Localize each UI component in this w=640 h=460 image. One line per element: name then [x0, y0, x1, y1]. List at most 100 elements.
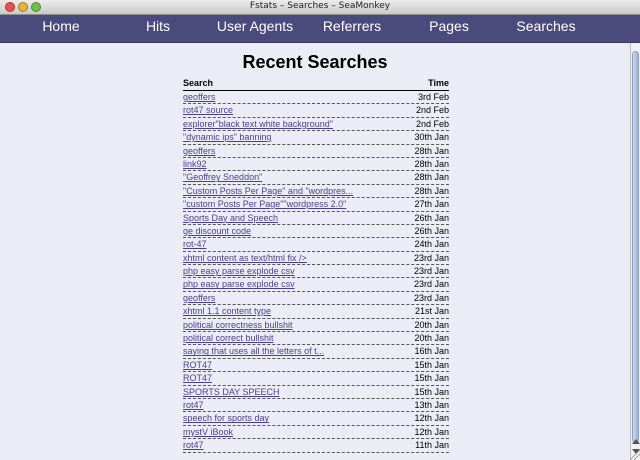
scrollbar-thumb[interactable] [632, 51, 639, 443]
table-row: speech for sports day 12th Jan [183, 412, 449, 426]
search-query-link[interactable]: explorer"black text white background" [183, 119, 333, 129]
search-query-link[interactable]: "Custom Posts Per Page" and "wordpres... [183, 186, 353, 196]
window-titlebar: Fstats – Searches – SeaMonkey [0, 0, 640, 15]
scroll-up-arrow-icon[interactable] [632, 439, 640, 444]
table-row: geoffers 3rd Feb [183, 91, 449, 105]
main-nav: Home Hits User Agents Referrers Pages Se… [0, 15, 640, 43]
table-row: ge discount code 26th Jan [183, 225, 449, 239]
search-date: 30th Jan [414, 132, 449, 143]
table-row: xhtml content as text/html fix /> 23rd Ja… [183, 252, 449, 266]
vertical-scrollbar[interactable] [630, 43, 640, 460]
search-query-link[interactable]: ROT47 [183, 360, 212, 370]
search-query-link[interactable]: rot47 [183, 440, 204, 450]
search-query-link[interactable]: "dynamic ips" banning [183, 132, 271, 142]
search-query-link[interactable]: geoffers [183, 146, 215, 156]
table-row: xhtml 1.1 content type 21st Jan [183, 305, 449, 319]
search-date: 23rd Jan [413, 266, 449, 277]
search-date: 20th Jan [414, 333, 449, 344]
table-row: political correct bullshit 20th Jan [183, 332, 449, 346]
search-date: 16th Jan [414, 346, 449, 357]
table-row: political correctness bullshit 20th Jan [183, 319, 449, 333]
search-query-link[interactable]: geoffers [183, 293, 215, 303]
nav-hits[interactable]: Hits [146, 18, 170, 34]
search-query-link[interactable]: link92 [183, 159, 207, 169]
search-query-link[interactable]: xhtml content as text/html fix /> [183, 253, 307, 263]
search-date: 12th Jan [414, 426, 449, 437]
table-row: rot47 11th Jan [183, 439, 449, 453]
search-date: 2nd Feb [415, 118, 449, 129]
table-row: php easy parse explode csv 23rd Jan [183, 278, 449, 292]
search-query-link[interactable]: ROT47 [183, 373, 212, 383]
search-query-link[interactable]: political correct bullshit [183, 333, 274, 343]
resize-grip-icon[interactable] [630, 450, 640, 460]
nav-referrers[interactable]: Referrers [323, 18, 381, 34]
table-row: "Geoffrey Sneddon" 28th Jan [183, 171, 449, 185]
nav-searches[interactable]: Searches [516, 18, 575, 34]
search-date: 23rd Jan [413, 292, 449, 303]
search-query-link[interactable]: rot-47 [183, 239, 207, 249]
table-header: Search Time [183, 77, 449, 91]
table-row: SPORTS DAY SPEECH 15th Jan [183, 386, 449, 399]
page-title: Recent Searches [242, 52, 388, 72]
search-query-link[interactable]: php easy parse explode csv [183, 279, 295, 289]
search-date: 15th Jan [414, 386, 449, 397]
search-query-link[interactable]: rot47 source [183, 105, 233, 115]
search-date: 26th Jan [414, 225, 449, 236]
search-date: 27th Jan [414, 199, 449, 210]
search-query-link[interactable]: "custom Posts Per Page""wordpress 2.0" [183, 199, 346, 209]
search-query-link[interactable]: SPORTS DAY SPEECH [183, 387, 280, 397]
table-row: rot-47 24th Jan [183, 238, 449, 252]
search-date: 15th Jan [414, 359, 449, 370]
search-query-link[interactable]: Sports Day and Speech [183, 213, 278, 223]
table-row: rot47 source 2nd Feb [183, 104, 449, 118]
search-query-link[interactable]: rot47 [183, 400, 204, 410]
search-query-link[interactable]: political correctness bullshit [183, 320, 293, 330]
column-header-search: Search [183, 78, 214, 88]
table-row: "dynamic ips" banning 30th Jan [183, 131, 449, 145]
search-date: 28th Jan [414, 172, 449, 183]
search-query-link[interactable]: php easy parse explode csv [183, 266, 295, 276]
nav-user-agents[interactable]: User Agents [217, 18, 293, 34]
column-header-time: Time [428, 78, 449, 88]
table-row: explorer"black text white background" 2nd… [183, 118, 449, 132]
table-row: rot47 13th Jan [183, 399, 449, 413]
search-date: 12th Jan [414, 413, 449, 424]
search-date: 24th Jan [414, 239, 449, 250]
nav-pages[interactable]: Pages [429, 18, 469, 34]
search-date: 20th Jan [414, 319, 449, 330]
searches-table: Search Time geoffers 3rd Feb rot47 source 2… [183, 77, 449, 453]
table-row: php easy parse explode csv 23rd Jan [183, 265, 449, 279]
search-date: 21st Jan [414, 306, 449, 317]
search-date: 15th Jan [414, 373, 449, 384]
search-date: 26th Jan [414, 212, 449, 223]
table-row: ROT47 15th Jan [183, 359, 449, 373]
search-date: 28th Jan [414, 145, 449, 156]
search-date: 2nd Feb [415, 105, 449, 116]
nav-home[interactable]: Home [42, 18, 79, 34]
search-date: 23rd Jan [413, 279, 449, 290]
search-date: 28th Jan [414, 158, 449, 169]
search-date: 28th Jan [414, 185, 449, 196]
table-row: link92 28th Jan [183, 158, 449, 172]
search-date: 3rd Feb [417, 92, 449, 102]
search-query-link[interactable]: saying that uses all the letters of t... [183, 346, 324, 356]
search-date: 23rd Jan [413, 252, 449, 263]
search-query-link[interactable]: "Geoffrey Sneddon" [183, 172, 262, 182]
search-query-link[interactable]: xhtml 1.1 content type [183, 306, 271, 316]
table-row: mystV iBook 12th Jan [183, 426, 449, 440]
search-date: 13th Jan [414, 399, 449, 410]
search-query-link[interactable]: ge discount code [183, 226, 251, 236]
search-query-link[interactable]: speech for sports day [183, 413, 269, 423]
search-query-link[interactable]: geoffers [183, 92, 215, 102]
window-title: Fstats – Searches – SeaMonkey [249, 1, 391, 11]
table-row: Sports Day and Speech 26th Jan [183, 212, 449, 225]
search-query-link[interactable]: mystV iBook [183, 427, 233, 437]
table-row: "Custom Posts Per Page" and "wordpres...… [183, 185, 449, 199]
table-body: geoffers 3rd Feb rot47 source 2nd Feb explor… [183, 91, 449, 453]
table-row: geoffers 23rd Jan [183, 292, 449, 306]
table-row: geoffers 28th Jan [183, 145, 449, 158]
table-row: "custom Posts Per Page""wordpress 2.0" 27… [183, 198, 449, 212]
search-date: 11th Jan [415, 440, 449, 451]
table-row: saying that uses all the letters of t...… [183, 345, 449, 359]
page-content: Recent Searches Search Time geoffers 3rd … [0, 43, 630, 460]
